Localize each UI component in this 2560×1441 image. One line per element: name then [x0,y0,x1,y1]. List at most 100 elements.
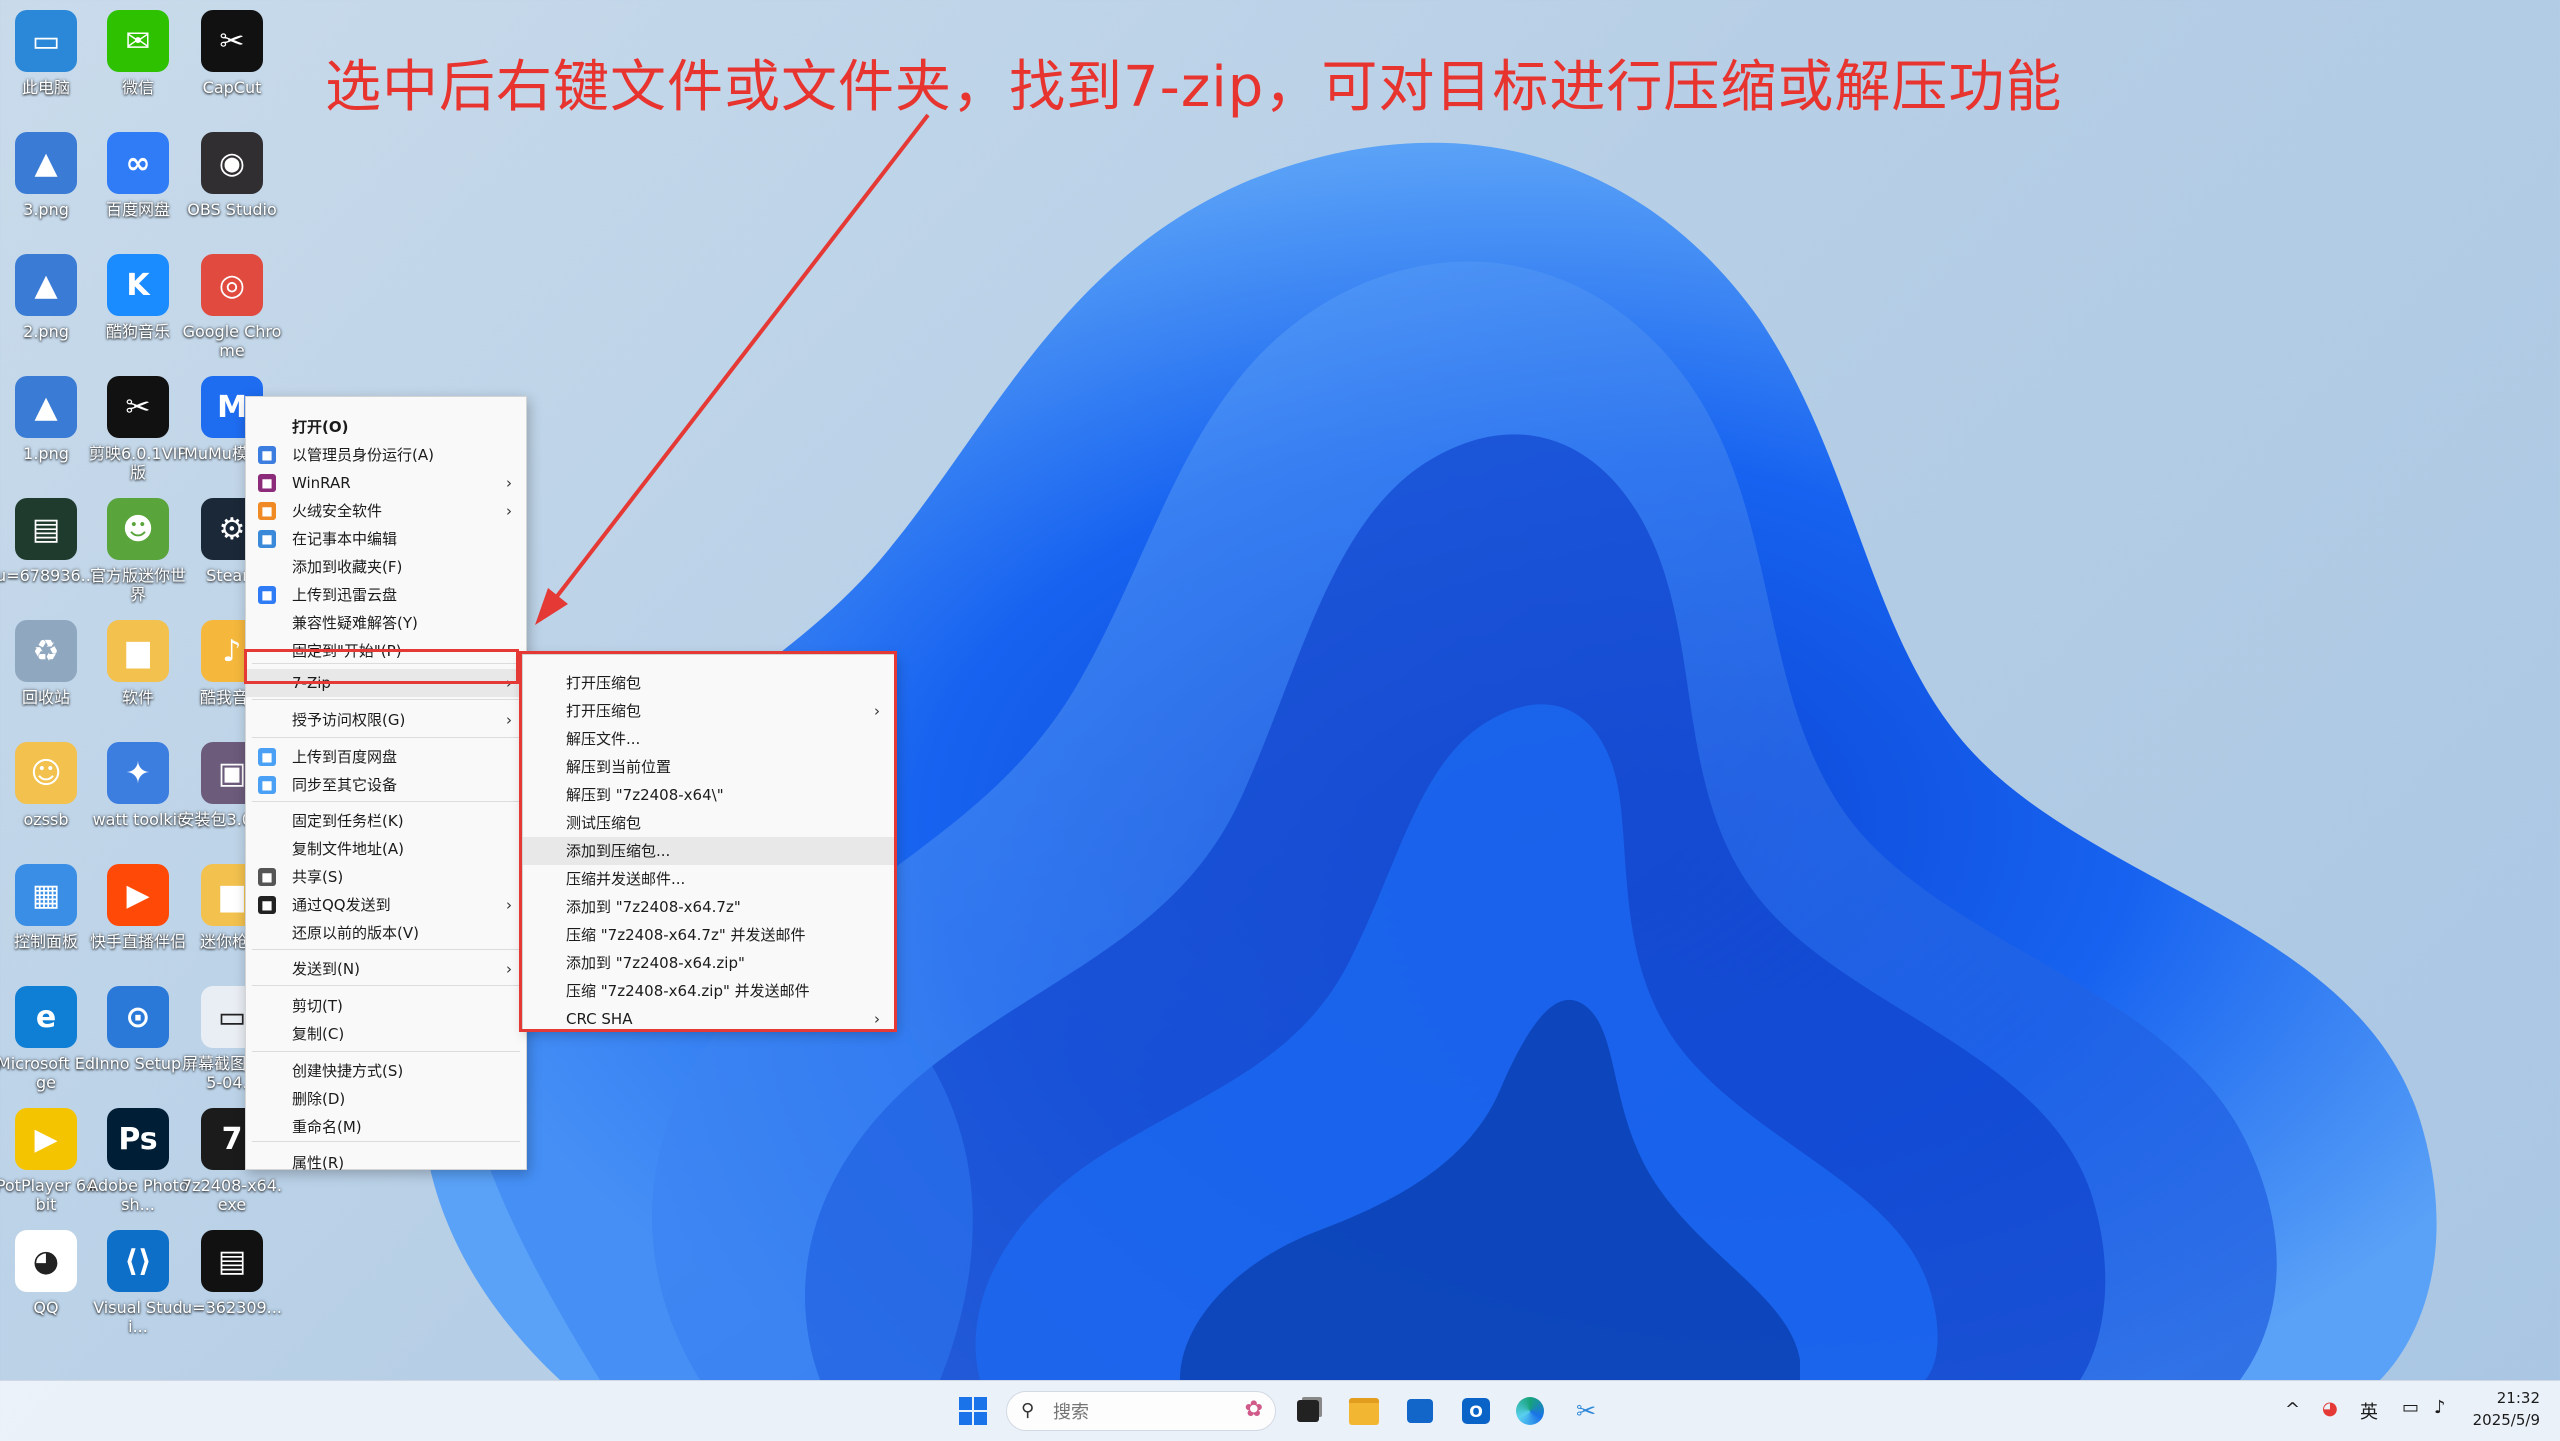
outlook-button[interactable]: O [1458,1393,1494,1429]
desktop-icon-baidu-netdisk[interactable]: ∞ 百度网盘 [84,132,192,219]
qq-tray-icon[interactable]: ◕ [2322,1398,2338,1419]
context-menu-item-s[interactable]: 创建快捷方式(S) [246,1057,526,1085]
sevenzip-menu-item-0[interactable]: 打开压缩包 [523,669,894,697]
context-menu-item-label: 固定到"开始"(P) [292,642,402,660]
folder-icon: ▆ [107,620,169,682]
context-menu-item-n[interactable]: 发送到(N) › [246,955,526,983]
context-menu-item-y[interactable]: 兼容性疑难解答(Y) [246,609,526,637]
search-input[interactable] [1051,1398,1205,1426]
context-menu-item-r[interactable]: 属性(R) [246,1149,526,1177]
sevenzip-menu-item-1[interactable]: 打开压缩包 › [523,697,894,725]
context-menu-item-label: 以管理员身份运行(A) [292,446,434,464]
task-view-icon [1297,1400,1319,1422]
context-menu-item-p[interactable]: 固定到"开始"(P) [246,637,526,665]
winrar-icon: ■ [258,474,276,492]
desktop-icon-photoshop[interactable]: Ps Adobe Photosh... [84,1108,192,1214]
desktop-icon-watt-toolkit[interactable]: ✦ watt toolkit [84,742,192,829]
desktop-icon-label: OBS Studio [187,200,277,219]
microsoft-store-button[interactable] [1402,1393,1438,1429]
file-explorer-button[interactable] [1346,1393,1382,1429]
context-menu-item-label: 共享(S) [292,868,344,886]
ime-indicator[interactable]: 英 [2360,1398,2378,1424]
jianying-icon: ✂ [107,376,169,438]
sevenzip-menu-item-10[interactable]: 添加到 "7z2408-x64.zip" [523,949,894,977]
sevenzip-menu-item-3[interactable]: 解压到当前位置 [523,753,894,781]
taskbar-search[interactable]: ⚲ ✿ [1006,1391,1276,1431]
snipping-tool-button[interactable]: ✂ [1568,1393,1604,1429]
sevenzip-menu-item-8[interactable]: 添加到 "7z2408-x64.7z" [523,893,894,921]
desktop-icon-vscode[interactable]: ⟨⟩ Visual Studi... [84,1230,192,1336]
sevenzip-menu-item-9[interactable]: 压缩 "7z2408-x64.7z" 并发送邮件 [523,921,894,949]
context-menu-item-3[interactable]: ■ 火绒安全软件 › [246,497,526,525]
context-menu-item-winrar[interactable]: ■ WinRAR › [246,469,526,497]
desktop-icon-kugou[interactable]: K 酷狗音乐 [84,254,192,341]
volume-icon[interactable]: ♪ [2434,1397,2446,1418]
chevron-right-icon: › [506,896,512,914]
sevenzip-menu-item-11[interactable]: 压缩 "7z2408-x64.zip" 并发送邮件 [523,977,894,1005]
sevenzip-menu-item-6[interactable]: 添加到压缩包... [523,837,894,865]
context-menu-item-v[interactable]: 还原以前的版本(V) [246,919,526,947]
chevron-right-icon: › [874,702,880,720]
mini-world-icon: ☻ [107,498,169,560]
task-view-button[interactable] [1290,1393,1326,1429]
context-menu-item-f[interactable]: 添加到收藏夹(F) [246,553,526,581]
context-menu-item-a[interactable]: ■ 以管理员身份运行(A) [246,441,526,469]
sevenzip-menu-item-5[interactable]: 测试压缩包 [523,809,894,837]
network-icon[interactable]: ▭ [2402,1397,2419,1418]
baidu-sync-icon: ■ [258,776,276,794]
context-menu-item-qq[interactable]: ■ 通过QQ发送到 › [246,891,526,919]
context-menu-item-a[interactable]: 复制文件地址(A) [246,835,526,863]
context-menu-item-11[interactable]: ■ 上传到百度网盘 [246,743,526,771]
context-menu-item-s[interactable]: ■ 共享(S) [246,863,526,891]
context-menu-item-g[interactable]: 授予访问权限(G) › [246,706,526,734]
desktop-icon-kuaishou[interactable]: ▶ 快手直播伴侣 [84,864,192,951]
chevron-right-icon: › [506,711,512,729]
sevenzip-menu-item-label: 压缩 "7z2408-x64.7z" 并发送邮件 [566,926,806,944]
context-menu-item-o[interactable]: 打开(O) [246,413,526,441]
tray-overflow-chevron[interactable]: ^ [2285,1399,2300,1420]
sevenzip-menu-item-label: 解压到当前位置 [566,758,672,776]
context-menu-item-m[interactable]: 重命名(M) [246,1113,526,1141]
sevenzip-menu-item-4[interactable]: 解压到 "7z2408-x64\" [523,781,894,809]
context-menu-item-d[interactable]: 删除(D) [246,1085,526,1113]
edge-button[interactable] [1512,1393,1548,1429]
desktop-icon-wechat[interactable]: ✉ 微信 [84,10,192,97]
desktop-icon-obs[interactable]: ◉ OBS Studio [178,132,286,219]
context-menu-item-label: 同步至其它设备 [292,776,398,794]
context-menu-item-label: 属性(R) [292,1154,345,1172]
context-menu-item-label: 还原以前的版本(V) [292,924,419,942]
outlook-icon: O [1462,1398,1490,1424]
desktop-icon-chrome[interactable]: ◎ Google Chrome [178,254,286,360]
context-menu-item-label: 发送到(N) [292,960,360,978]
context-menu-item-6[interactable]: ■ 上传到迅雷云盘 [246,581,526,609]
desktop-icon-label: 官方版迷你世界 [89,566,186,604]
context-menu-item-label: 打开(O) [292,418,349,436]
context-menu-item-label: 固定到任务栏(K) [292,812,404,830]
context-menu-item-4[interactable]: ■ 在记事本中编辑 [246,525,526,553]
context-menu-item-7-zip[interactable]: 7-Zip › [246,669,526,697]
context-menu-item-k[interactable]: 固定到任务栏(K) [246,807,526,835]
desktop-icon-image-thumb[interactable]: ▤ u=362309... [178,1230,286,1317]
desktop-icon-inno-setup[interactable]: ⊙ Inno Setup [84,986,192,1073]
start-button[interactable] [955,1393,991,1429]
system-clock[interactable]: 21:32 2025/5/9 [2473,1387,2540,1431]
sevenzip-menu-item-label: 添加到压缩包... [566,842,671,860]
context-menu-item-label: 删除(D) [292,1090,346,1108]
desktop-icon-mini-world[interactable]: ☻ 官方版迷你世界 [84,498,192,604]
inno-setup-icon: ⊙ [107,986,169,1048]
context-menu-item-t[interactable]: 剪切(T) [246,992,526,1020]
desktop-icon-jianying[interactable]: ✂ 剪映6.0.1VIP版 [84,376,192,482]
desktop-icon-folder[interactable]: ▆ 软件 [84,620,192,707]
sevenzip-menu-item-label: 添加到 "7z2408-x64.zip" [566,954,745,972]
sevenzip-menu-item-2[interactable]: 解压文件... [523,725,894,753]
context-menu-item-12[interactable]: ■ 同步至其它设备 [246,771,526,799]
context-menu-item-c[interactable]: 复制(C) [246,1020,526,1048]
search-icon: ⚲ [1021,1400,1035,1421]
sevenzip-menu-item-12[interactable]: CRC SHA › [523,1005,894,1033]
desktop-icon-label: 剪映6.0.1VIP版 [88,444,188,482]
user-folder-icon: ☺ [15,742,77,804]
desktop-icon-capcut[interactable]: ✂ CapCut [178,10,286,97]
context-menu-item-label: 复制文件地址(A) [292,840,404,858]
computer-icon: ▭ [15,10,77,72]
sevenzip-menu-item-7[interactable]: 压缩并发送邮件... [523,865,894,893]
